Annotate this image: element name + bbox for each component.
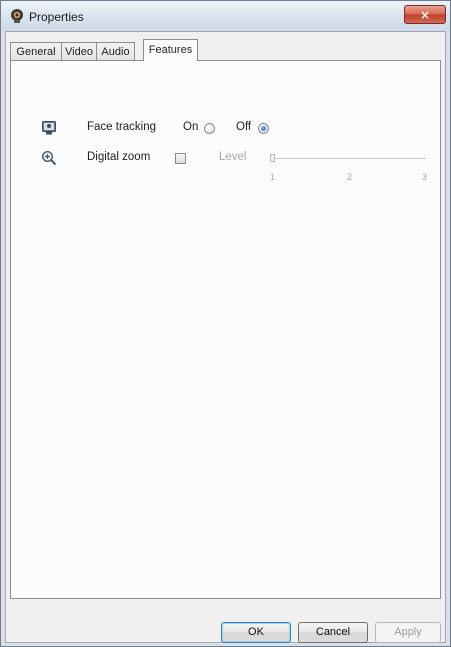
ok-button[interactable]: OK (221, 622, 291, 643)
close-button[interactable]: × (404, 5, 446, 24)
tab-audio[interactable]: Audio (96, 42, 135, 60)
properties-window: Properties × General Video Audio Feature… (0, 0, 451, 647)
zoom-in-icon (41, 150, 57, 166)
zoom-level-slider-thumb[interactable] (270, 154, 275, 162)
face-tracking-off-radio[interactable] (258, 123, 269, 134)
webcam-icon (42, 121, 56, 135)
face-tracking-off-label: Off (236, 121, 252, 133)
face-tracking-on-radio[interactable] (204, 123, 215, 134)
tab-features[interactable]: Features (143, 39, 198, 61)
zoom-level-tick-2: 2 (347, 172, 353, 182)
dialog-body: General Video Audio Features Face tracki… (5, 31, 446, 643)
cancel-button[interactable]: Cancel (298, 622, 368, 643)
webcam-app-icon (11, 9, 23, 23)
digital-zoom-label: Digital zoom (87, 151, 151, 163)
title-bar[interactable]: Properties × (1, 1, 450, 31)
digital-zoom-checkbox[interactable] (175, 153, 186, 164)
tab-video[interactable]: Video (61, 42, 97, 60)
close-icon: × (419, 7, 431, 22)
zoom-level-tick-1: 1 (270, 172, 276, 182)
apply-button[interactable]: Apply (375, 622, 441, 643)
window-title: Properties (29, 10, 84, 24)
zoom-level-label: Level (219, 151, 247, 163)
face-tracking-on-label: On (183, 121, 199, 133)
tab-general[interactable]: General (10, 42, 62, 60)
face-tracking-label: Face tracking (87, 121, 157, 133)
zoom-level-track (272, 158, 426, 159)
zoom-level-tick-3: 3 (422, 172, 428, 182)
features-panel: Face tracking On Off Digital zoom Level … (10, 60, 441, 599)
